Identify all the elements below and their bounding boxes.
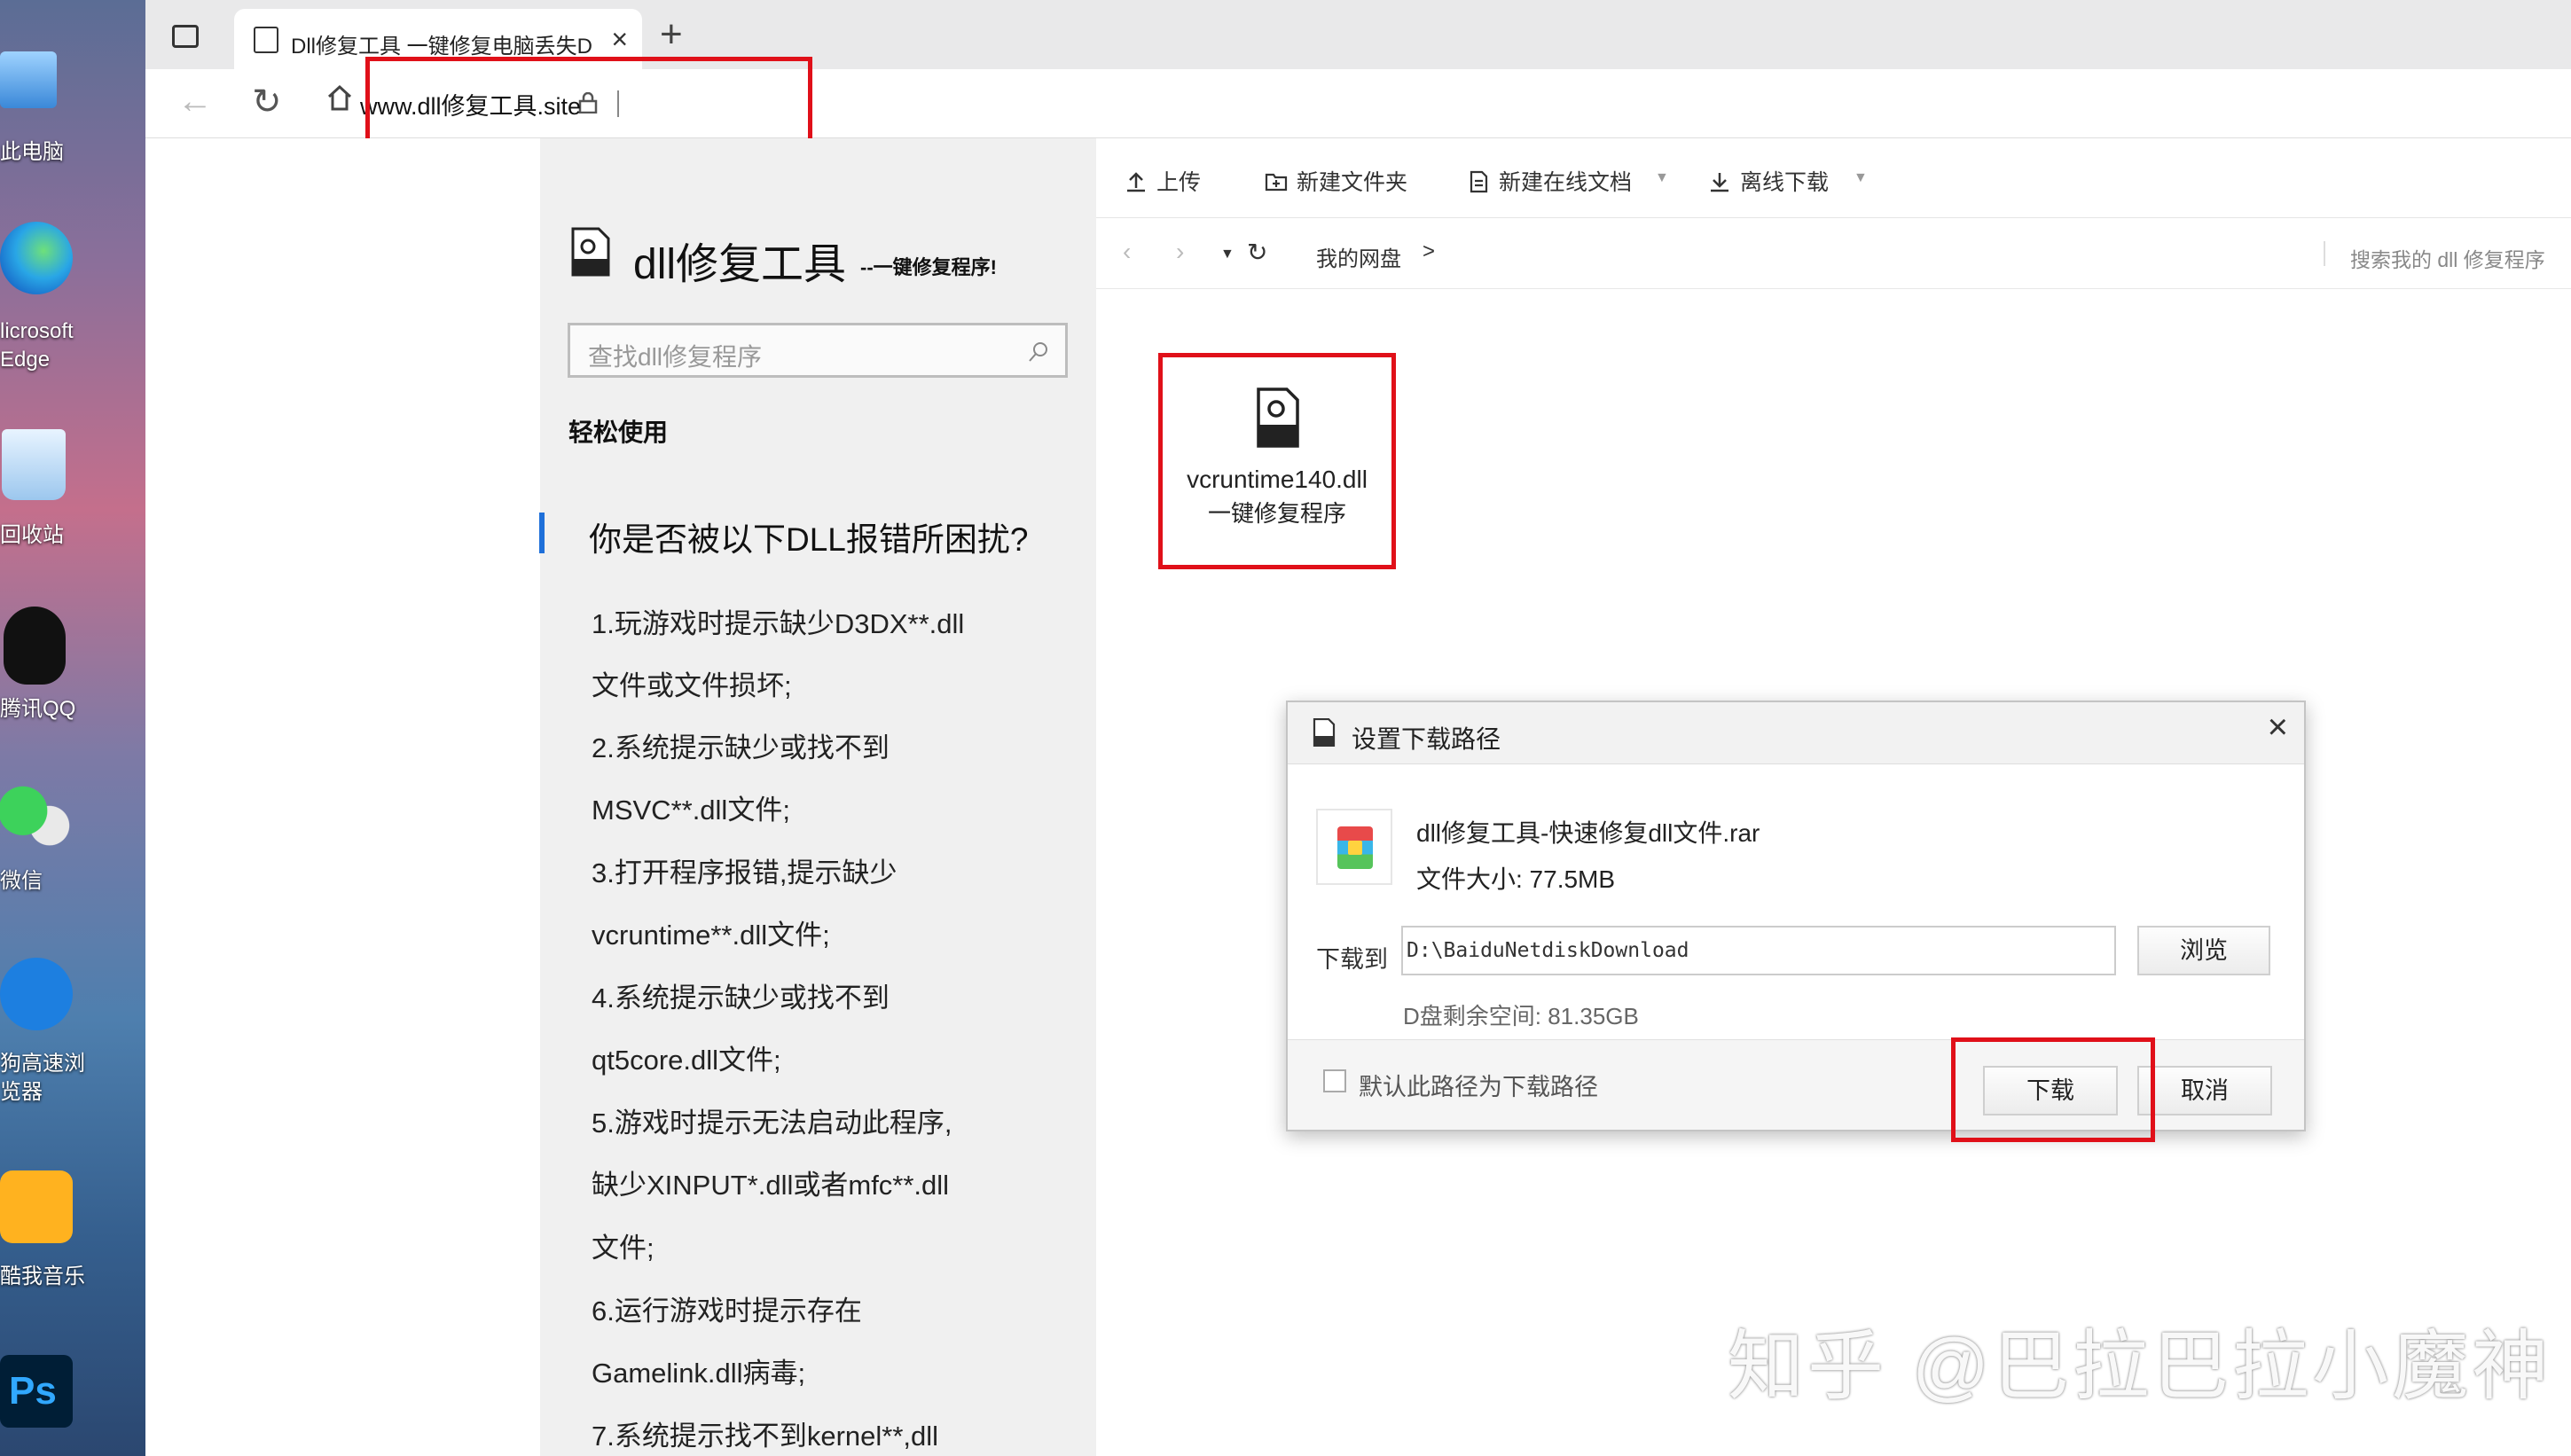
dialog-close-button[interactable]: × (2268, 708, 2288, 748)
default-path-checkbox-label[interactable]: 默认此路径为下载路径 (1359, 1068, 1598, 1102)
netdisk-search-input[interactable]: 搜索我的 dll 修复程序 (2350, 243, 2545, 273)
file-item-vcruntime140[interactable]: vcruntime140.dll 一键修复程序 (1158, 353, 1396, 569)
chevron-down-icon[interactable]: ▼ (1854, 170, 1868, 186)
netdisk-toolbar: 上传 新建文件夹 新建在线文档 ▼ 离线下载 ▼ (1096, 149, 2571, 218)
issue-line: Gamelink.dll病毒; (592, 1358, 806, 1389)
recycle-bin-icon (2, 429, 66, 500)
save-to-label: 下载到 (1316, 946, 1388, 973)
sidebar-search-input[interactable]: 查找dll修复程序 (568, 323, 1068, 378)
breadcrumb-separator: > (1423, 239, 1436, 263)
issue-line: 5.游戏时提示无法启动此程序, (592, 1108, 952, 1139)
issue-line: 1.玩游戏时提示缺少D3DX**.dll (592, 608, 965, 639)
download-path-input[interactable]: D:\BaiduNetdiskDownload (1401, 926, 2116, 975)
photoshop-icon: Ps (0, 1355, 73, 1428)
browse-button[interactable]: 浏览 (2137, 926, 2270, 975)
offline-download-button[interactable]: 离线下载 (1708, 165, 1829, 197)
qq-penguin-icon (4, 607, 66, 685)
dll-favicon-icon (254, 27, 278, 53)
question-heading: 你是否被以下DLL报错所困扰? (589, 521, 1029, 558)
search-placeholder: 查找dll修复程序 (588, 343, 763, 371)
chevron-left-icon[interactable]: ‹ (1123, 238, 1131, 266)
issue-line: 2.系统提示缺少或找不到 (592, 732, 890, 763)
desktop-strip: 此电脑 licrosoft Edge 回收站 腾讯QQ 微信 狗高速浏 览器 酷… (0, 0, 145, 1456)
download-icon (1711, 173, 1728, 192)
issue-line: 文件或文件损坏; (592, 670, 792, 701)
page-left-margin (145, 138, 540, 1456)
kuwo-music-icon (0, 1170, 73, 1243)
refresh-icon[interactable]: ↻ (1247, 238, 1267, 267)
dll-file-icon (1313, 718, 1336, 747)
dialog-header: 设置下载路径 × (1288, 702, 2304, 764)
history-dropdown-icon[interactable]: ▼ (1220, 247, 1235, 262)
issue-line: 4.系统提示缺少或找不到 (592, 982, 890, 1014)
sogou-browser-icon (0, 958, 73, 1030)
download-highlight-box (1951, 1037, 2155, 1142)
wechat-icon (0, 784, 76, 851)
issue-line: 3.打开程序报错,提示缺少 (592, 857, 897, 888)
section-label: 轻松使用 (568, 419, 669, 446)
zhihu-watermark: 知乎 @巴拉巴拉小魔神 (1728, 1324, 2552, 1409)
breadcrumb-root[interactable]: 我的网盘 (1316, 241, 1401, 272)
computer-icon (0, 51, 57, 108)
dll-file-icon (571, 227, 610, 277)
upload-icon (1127, 172, 1145, 192)
issue-line: 6.运行游戏时提示存在 (592, 1296, 862, 1327)
file-name-subtitle: 一键修复程序 (1207, 500, 1346, 527)
back-arrow-icon[interactable]: ← (177, 82, 213, 121)
home-icon[interactable] (326, 82, 353, 121)
edge-icon (0, 222, 73, 294)
new-folder-button[interactable]: 新建文件夹 (1265, 165, 1407, 197)
new-tab-button[interactable]: + (660, 12, 683, 57)
issue-line: vcruntime**.dll文件; (592, 920, 830, 951)
default-path-checkbox[interactable] (1323, 1069, 1346, 1092)
dialog-title: 设置下载路径 (1352, 725, 1501, 753)
tab-title: Dll修复工具 一键修复电脑丢失DLL (291, 35, 592, 59)
dll-file-icon (1257, 387, 1299, 448)
download-file-name: dll修复工具-快速修复dll文件.rar (1416, 819, 1760, 847)
refresh-icon[interactable]: ↻ (252, 82, 282, 122)
new-online-doc-button[interactable]: 新建在线文档 (1467, 165, 1632, 197)
free-space-text: D盘剩余空间: 81.35GB (1403, 1003, 1639, 1029)
upload-button[interactable]: 上传 (1125, 165, 1201, 197)
nav-divider (2324, 241, 2325, 266)
brand-subtitle: --一键修复程序! (860, 256, 997, 278)
chevron-down-icon[interactable]: ▼ (1655, 170, 1669, 186)
issue-line: 文件; (592, 1233, 655, 1264)
issue-line: 7.系统提示找不到kernel**,dll (592, 1421, 939, 1452)
new-folder-icon (1265, 173, 1288, 192)
tab-close-button[interactable]: × (611, 23, 628, 56)
file-name: vcruntime140.dll (1187, 466, 1368, 493)
chevron-right-icon[interactable]: › (1176, 238, 1184, 266)
tab-actions-icon[interactable] (172, 25, 199, 48)
question-accent-bar (539, 513, 545, 553)
brand-name: dll修复工具 (633, 241, 847, 288)
document-icon (1470, 170, 1488, 193)
issue-line: 缺少XINPUT*.dll或者mfc**.dll (592, 1170, 950, 1201)
issue-line: MSVC**.dll文件; (592, 795, 790, 826)
rar-archive-icon (1316, 809, 1392, 885)
issue-line: qt5core.dll文件; (592, 1045, 781, 1076)
search-icon[interactable] (1026, 340, 1051, 364)
download-file-size: 文件大小: 77.5MB (1416, 865, 1616, 893)
cancel-button[interactable]: 取消 (2137, 1066, 2272, 1115)
